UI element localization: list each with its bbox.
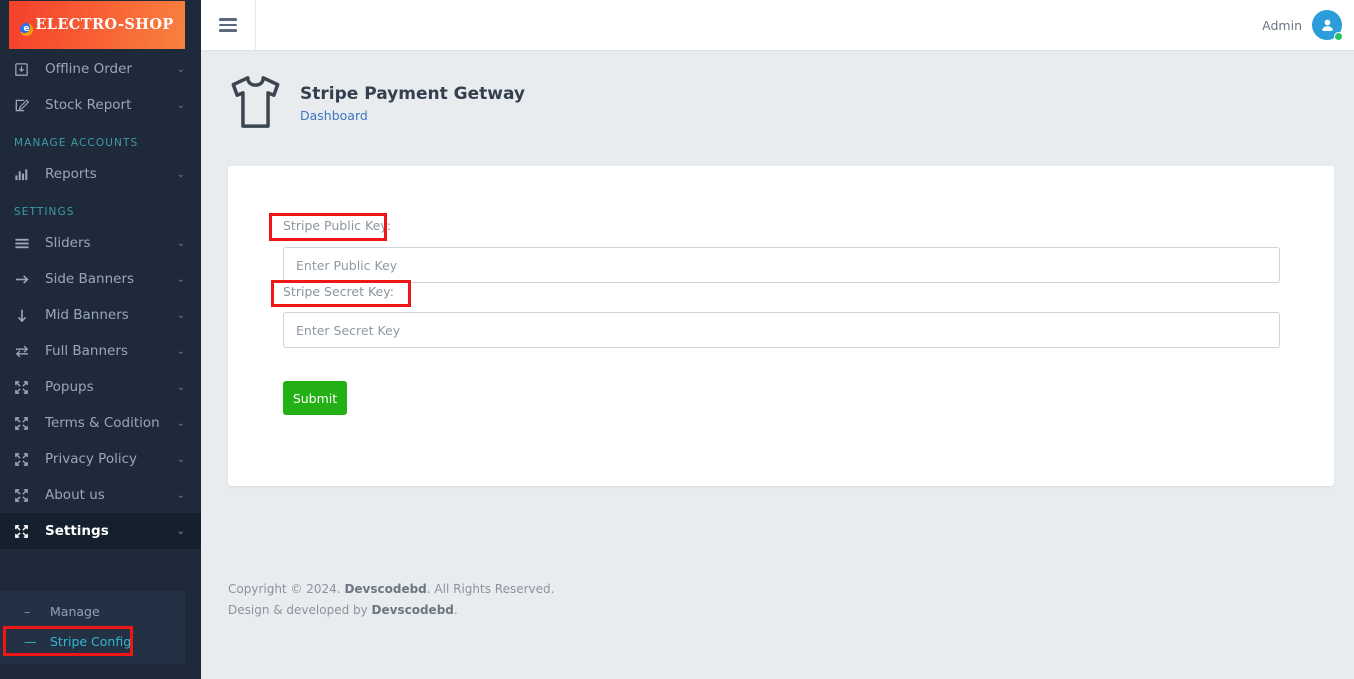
expand-arrows-icon — [14, 414, 36, 432]
tshirt-icon — [228, 74, 283, 134]
sidebar-item-label: About us — [45, 487, 105, 503]
expand-arrows-icon — [14, 450, 36, 468]
sidebar-item-side-banners[interactable]: Side Banners ⌄ — [0, 261, 201, 297]
expand-arrows-icon — [14, 486, 36, 504]
chevron-down-icon: ⌄ — [176, 381, 185, 393]
avatar[interactable] — [1312, 10, 1343, 41]
edit-square-icon — [14, 96, 36, 114]
sidebar-item-popups[interactable]: Popups ⌄ — [0, 369, 201, 405]
bars-icon — [14, 234, 36, 252]
chevron-down-icon: ⌄ — [176, 99, 185, 111]
footer-brand: Devscodebd — [371, 603, 454, 617]
submenu-item-label: Manage — [50, 603, 100, 619]
settings-submenu: – Manage — Stripe Config — [0, 591, 185, 664]
sidebar-item-offline-order[interactable]: Offline Order ⌄ — [0, 51, 201, 87]
sidebar-item-label: Stock Report — [45, 97, 132, 113]
chevron-down-icon: ⌄ — [176, 525, 185, 537]
page-title: Stripe Payment Getway — [300, 83, 525, 104]
chevron-down-icon: ⌄ — [176, 237, 185, 249]
sidebar-item-label: Settings — [45, 523, 109, 539]
sidebar-item-privacy-policy[interactable]: Privacy Policy ⌄ — [0, 441, 201, 477]
sidebar-item-label: Mid Banners — [45, 307, 129, 323]
sidebar-item-label: Offline Order — [45, 61, 132, 77]
chevron-down-icon: ⌄ — [176, 168, 185, 180]
sidebar-section-settings: SETTINGS — [14, 206, 75, 218]
stripe-config-card: Stripe Public Key: Stripe Secret Key: Su… — [228, 166, 1334, 486]
expand-arrows-icon — [14, 522, 36, 540]
sidebar-toggle-button[interactable] — [201, 0, 256, 50]
sidebar-item-terms-condition[interactable]: Terms & Codition ⌄ — [0, 405, 201, 441]
sidebar-item-label: Reports — [45, 166, 97, 182]
footer-copyright-post: . All Rights Reserved. — [426, 582, 555, 596]
user-menu[interactable]: Admin — [1262, 0, 1343, 50]
footer-credit-pre: Design & developed by — [228, 603, 372, 617]
arrow-right-icon — [14, 270, 36, 288]
sidebar-item-reports[interactable]: Reports ⌄ — [0, 156, 201, 192]
secret-key-label: Stripe Secret Key: — [283, 284, 394, 299]
sidebar-item-mid-banners[interactable]: Mid Banners ⌄ — [0, 297, 201, 333]
chevron-down-icon: ⌄ — [176, 489, 185, 501]
sidebar-item-label: Full Banners — [45, 343, 128, 359]
sidebar-item-label: Sliders — [45, 235, 91, 251]
dash-marker-icon: – — [24, 603, 31, 619]
hamburger-icon — [219, 15, 237, 35]
status-online-badge — [1334, 32, 1343, 41]
breadcrumb[interactable]: Dashboard — [300, 108, 525, 123]
sidebar-item-label: Side Banners — [45, 271, 135, 287]
topbar: Admin — [201, 0, 1354, 51]
chevron-down-icon: ⌄ — [176, 453, 185, 465]
admin-dashboard-screen: e ELECTRO-SHOP Offline Order ⌄ Stock Rep… — [0, 0, 1354, 679]
sidebar-nav: Offline Order ⌄ Stock Report ⌄ MANAGE AC… — [0, 51, 201, 549]
footer-copyright-line: Copyright © 2024. Devscodebd. All Rights… — [228, 579, 554, 600]
submenu-item-label: Stripe Config — [50, 633, 132, 649]
sidebar-item-label: Popups — [45, 379, 94, 395]
chevron-down-icon: ⌄ — [176, 63, 185, 75]
chevron-down-icon: ⌄ — [176, 309, 185, 321]
sidebar-item-stock-report[interactable]: Stock Report ⌄ — [0, 87, 201, 123]
public-key-input[interactable] — [283, 247, 1280, 283]
sidebar: e ELECTRO-SHOP Offline Order ⌄ Stock Rep… — [0, 0, 201, 679]
main-content: Stripe Payment Getway Dashboard Stripe P… — [201, 51, 1354, 679]
submit-button[interactable]: Submit — [283, 381, 347, 415]
footer-brand: Devscodebd — [344, 582, 427, 596]
brand-logo-badge-icon: e — [20, 23, 34, 36]
sidebar-item-full-banners[interactable]: Full Banners ⌄ — [0, 333, 201, 369]
brand-logo-text: e ELECTRO-SHOP — [20, 16, 174, 36]
chevron-down-icon: ⌄ — [176, 417, 185, 429]
dash-marker-icon: — — [24, 633, 37, 649]
sidebar-section-manage-accounts: MANAGE ACCOUNTS — [14, 137, 139, 149]
submenu-item-manage[interactable]: – Manage — [0, 596, 185, 626]
bar-chart-icon — [14, 165, 36, 183]
footer: Copyright © 2024. Devscodebd. All Rights… — [228, 579, 554, 621]
brand-logo-name: ELECTRO-SHOP — [35, 16, 174, 33]
submenu-item-stripe-config[interactable]: — Stripe Config — [0, 626, 185, 656]
chevron-down-icon: ⌄ — [176, 345, 185, 357]
chevron-down-icon: ⌄ — [176, 273, 185, 285]
footer-credit-post: . — [453, 603, 458, 617]
inbox-download-icon — [14, 60, 36, 78]
public-key-label: Stripe Public Key: — [283, 218, 391, 233]
sidebar-item-sliders[interactable]: Sliders ⌄ — [0, 225, 201, 261]
sidebar-item-label: Terms & Codition — [45, 415, 160, 431]
sidebar-item-label: Privacy Policy — [45, 451, 138, 467]
page-header: Stripe Payment Getway Dashboard — [228, 74, 525, 134]
user-name-label: Admin — [1262, 17, 1302, 33]
arrow-down-icon — [14, 306, 36, 324]
user-avatar-icon — [1321, 19, 1333, 31]
sidebar-item-settings[interactable]: Settings ⌄ — [0, 513, 201, 549]
expand-arrows-icon — [14, 378, 36, 396]
secret-key-input[interactable] — [283, 312, 1280, 348]
sidebar-item-about-us[interactable]: About us ⌄ — [0, 477, 201, 513]
footer-copyright-pre: Copyright © 2024. — [228, 582, 345, 596]
brand-logo[interactable]: e ELECTRO-SHOP — [9, 1, 185, 49]
exchange-arrows-icon — [14, 342, 36, 360]
footer-credit-line: Design & developed by Devscodebd. — [228, 600, 554, 621]
